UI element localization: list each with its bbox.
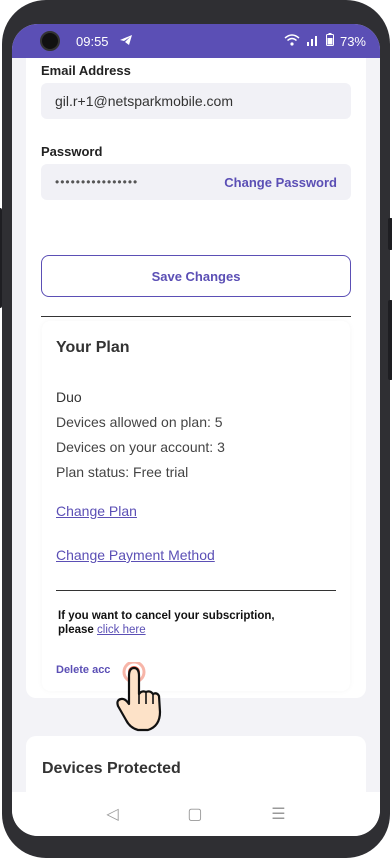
volume-button — [0, 208, 2, 308]
battery-percent: 73% — [339, 33, 366, 49]
plan-status: Plan status: Free trial — [56, 464, 189, 480]
plan-name: Duo — [56, 389, 82, 405]
home-icon[interactable]: ▢ — [187, 804, 202, 824]
password-value: •••••••••••••••• — [55, 175, 139, 189]
telegram-icon — [119, 34, 133, 49]
devices-allowed: Devices allowed on plan: 5 — [56, 414, 223, 430]
phone-frame: 09:55 73% Email Address gil.r+1@netspark… — [0, 0, 392, 858]
email-field[interactable]: gil.r+1@netsparkmobile.com — [41, 83, 351, 119]
plan-card: Your Plan Duo Devices allowed on plan: 5… — [42, 321, 350, 691]
cancel-text-line1: If you want to cancel your subscription, — [58, 610, 275, 622]
delete-account-link[interactable]: Delete acc — [56, 664, 110, 676]
power-button — [388, 218, 392, 250]
devices-title: Devices Protected — [42, 760, 181, 777]
email-label: Email Address — [41, 63, 131, 78]
cancel-subscription-text: If you want to cancel your subscription,… — [58, 609, 275, 637]
save-changes-button[interactable]: Save Changes — [41, 255, 351, 297]
cancel-click-here-link[interactable]: click here — [97, 624, 146, 636]
cancel-text-line2: please — [58, 624, 94, 636]
change-password-link[interactable]: Change Password — [224, 175, 337, 190]
devices-on-account: Devices on your account: 3 — [56, 439, 225, 455]
navigation-bar: ◁ ▢ ☰ — [12, 792, 380, 836]
content-area[interactable]: Email Address gil.r+1@netsparkmobile.com… — [12, 58, 380, 792]
status-icons: 73% — [284, 33, 366, 49]
password-label: Password — [41, 144, 103, 159]
plan-title: Your Plan — [56, 339, 130, 356]
change-plan-link[interactable]: Change Plan — [56, 503, 137, 519]
status-time: 09:55 — [76, 33, 109, 49]
plan-divider — [56, 590, 336, 591]
tap-hand-icon — [112, 660, 172, 734]
status-bar: 09:55 73% — [12, 24, 380, 58]
wifi-icon — [284, 33, 300, 49]
section-divider — [41, 316, 351, 317]
side-button — [388, 300, 392, 380]
change-payment-link[interactable]: Change Payment Method — [56, 547, 215, 563]
signal-icon — [306, 34, 320, 49]
password-field[interactable]: •••••••••••••••• Change Password — [41, 164, 351, 200]
email-value: gil.r+1@netsparkmobile.com — [55, 93, 234, 109]
recents-icon[interactable]: ☰ — [271, 804, 285, 824]
devices-card: Devices Protected — [26, 736, 366, 792]
front-camera — [40, 31, 60, 51]
battery-icon — [325, 33, 334, 49]
phone-screen: 09:55 73% Email Address gil.r+1@netspark… — [12, 24, 380, 836]
back-icon[interactable]: ◁ — [106, 804, 118, 824]
